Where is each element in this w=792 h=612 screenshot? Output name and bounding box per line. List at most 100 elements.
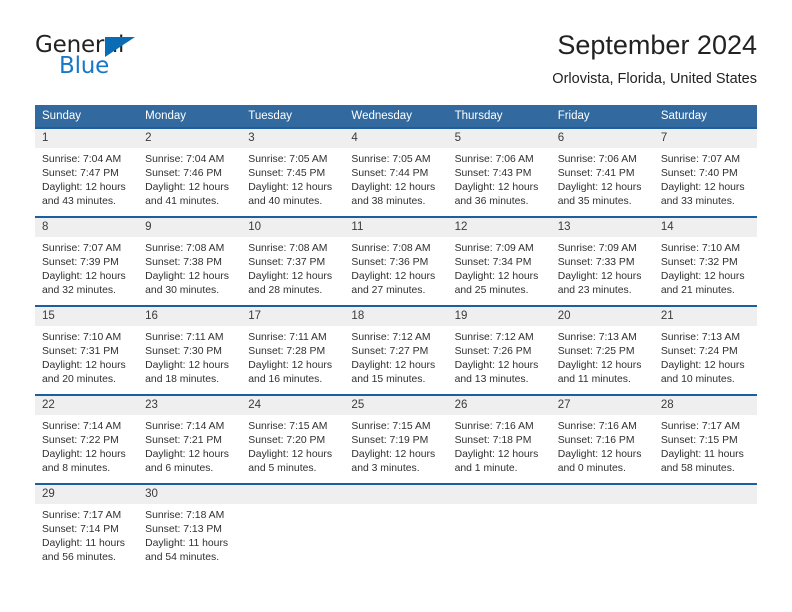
sunset-text: Sunset: 7:45 PM bbox=[248, 168, 326, 180]
daylight-text-line1: Daylight: 12 hours bbox=[248, 449, 333, 461]
day-details bbox=[551, 504, 654, 509]
page-header: General Blue September 2024 Orlovista, F… bbox=[35, 28, 757, 98]
calendar-day-cell[interactable]: 11 Sunrise: 7:08 AM Sunset: 7:36 PM Dayligh… bbox=[344, 216, 448, 306]
day-number: 21 bbox=[653, 307, 757, 326]
sunset-text: Sunset: 7:26 PM bbox=[454, 346, 532, 358]
calendar-day-cell[interactable]: 21 Sunrise: 7:13 AM Sunset: 7:24 PM Dayligh… bbox=[653, 305, 757, 395]
daylight-text-line2: and 35 minutes. bbox=[557, 196, 632, 208]
daylight-text-line2: and 6 minutes. bbox=[145, 463, 214, 475]
day-details: Sunrise: 7:15 AM Sunset: 7:19 PM Daylight:… bbox=[344, 415, 447, 476]
sunrise-text: Sunrise: 7:11 AM bbox=[248, 332, 327, 343]
calendar-day-cell[interactable]: 24 Sunrise: 7:15 AM Sunset: 7:20 PM Dayligh… bbox=[241, 394, 345, 484]
sunrise-text: Sunrise: 7:07 AM bbox=[660, 154, 740, 165]
sunrise-text: Sunrise: 7:13 AM bbox=[660, 332, 740, 343]
calendar-day-cell[interactable]: 8 Sunrise: 7:07 AM Sunset: 7:39 PM Daylight… bbox=[35, 216, 139, 306]
sunset-text: Sunset: 7:18 PM bbox=[454, 435, 532, 447]
day-number: 12 bbox=[447, 218, 551, 237]
calendar-day-cell[interactable]: 25 Sunrise: 7:15 AM Sunset: 7:19 PM Dayligh… bbox=[344, 394, 448, 484]
daylight-text-line1: Daylight: 12 hours bbox=[454, 182, 539, 194]
calendar-day-cell[interactable]: 12 Sunrise: 7:09 AM Sunset: 7:34 PM Dayligh… bbox=[447, 216, 551, 306]
calendar-day-cell[interactable]: 1 Sunrise: 7:04 AM Sunset: 7:47 PM Daylight… bbox=[35, 127, 139, 217]
sunrise-text: Sunrise: 7:18 AM bbox=[145, 510, 225, 521]
brand-logo[interactable]: General Blue bbox=[35, 32, 215, 88]
calendar-day-cell[interactable]: 20 Sunrise: 7:13 AM Sunset: 7:25 PM Dayligh… bbox=[550, 305, 654, 395]
sunset-text: Sunset: 7:37 PM bbox=[248, 257, 326, 269]
calendar-day-cell[interactable]: 16 Sunrise: 7:11 AM Sunset: 7:30 PM Dayligh… bbox=[138, 305, 242, 395]
calendar-day-cell[interactable]: 23 Sunrise: 7:14 AM Sunset: 7:21 PM Dayligh… bbox=[138, 394, 242, 484]
daylight-text-line2: and 38 minutes. bbox=[351, 196, 426, 208]
calendar-day-cell[interactable]: 15 Sunrise: 7:10 AM Sunset: 7:31 PM Dayligh… bbox=[35, 305, 139, 395]
daylight-text-line1: Daylight: 12 hours bbox=[557, 182, 642, 194]
day-number: 4 bbox=[344, 129, 448, 148]
calendar-day-cell-empty bbox=[550, 483, 654, 573]
calendar-day-cell[interactable]: 27 Sunrise: 7:16 AM Sunset: 7:16 PM Dayligh… bbox=[550, 394, 654, 484]
sunset-text: Sunset: 7:21 PM bbox=[145, 435, 222, 447]
sunrise-text: Sunrise: 7:09 AM bbox=[454, 243, 534, 254]
calendar-week-row: 8 Sunrise: 7:07 AM Sunset: 7:39 PM Daylight… bbox=[35, 216, 757, 306]
day-details: Sunrise: 7:16 AM Sunset: 7:18 PM Daylight:… bbox=[448, 415, 551, 476]
calendar-day-cell[interactable]: 5 Sunrise: 7:06 AM Sunset: 7:43 PM Daylight… bbox=[447, 127, 551, 217]
calendar-day-cell[interactable]: 9 Sunrise: 7:08 AM Sunset: 7:38 PM Daylight… bbox=[138, 216, 242, 306]
day-details: Sunrise: 7:17 AM Sunset: 7:15 PM Daylight:… bbox=[654, 415, 757, 476]
daylight-text-line1: Daylight: 12 hours bbox=[42, 360, 126, 372]
day-details: Sunrise: 7:12 AM Sunset: 7:26 PM Daylight:… bbox=[448, 326, 551, 387]
day-number bbox=[653, 485, 757, 504]
daylight-text-line1: Daylight: 11 hours bbox=[42, 538, 125, 550]
day-number: 17 bbox=[241, 307, 345, 326]
calendar-day-cell-empty bbox=[653, 483, 757, 573]
calendar-day-cell[interactable]: 26 Sunrise: 7:16 AM Sunset: 7:18 PM Dayligh… bbox=[447, 394, 551, 484]
calendar-day-cell[interactable]: 28 Sunrise: 7:17 AM Sunset: 7:15 PM Dayligh… bbox=[653, 394, 757, 484]
day-number: 9 bbox=[138, 218, 242, 237]
day-details: Sunrise: 7:18 AM Sunset: 7:13 PM Daylight:… bbox=[138, 504, 241, 565]
daylight-text-line2: and 18 minutes. bbox=[145, 374, 220, 386]
calendar-day-cell[interactable]: 6 Sunrise: 7:06 AM Sunset: 7:41 PM Daylight… bbox=[550, 127, 654, 217]
sunrise-text: Sunrise: 7:13 AM bbox=[557, 332, 637, 343]
calendar-day-cell[interactable]: 22 Sunrise: 7:14 AM Sunset: 7:22 PM Dayligh… bbox=[35, 394, 139, 484]
calendar-day-cell[interactable]: 4 Sunrise: 7:05 AM Sunset: 7:44 PM Daylight… bbox=[344, 127, 448, 217]
sunrise-text: Sunrise: 7:06 AM bbox=[454, 154, 534, 165]
calendar-day-cell[interactable]: 7 Sunrise: 7:07 AM Sunset: 7:40 PM Daylight… bbox=[653, 127, 757, 217]
daylight-text-line2: and 56 minutes. bbox=[42, 552, 116, 564]
calendar-day-cell[interactable]: 2 Sunrise: 7:04 AM Sunset: 7:46 PM Daylight… bbox=[138, 127, 242, 217]
day-number: 11 bbox=[344, 218, 448, 237]
sunrise-text: Sunrise: 7:14 AM bbox=[42, 421, 122, 432]
calendar-day-cell[interactable]: 30 Sunrise: 7:18 AM Sunset: 7:13 PM Dayligh… bbox=[138, 483, 242, 573]
daylight-text-line2: and 20 minutes. bbox=[42, 374, 116, 386]
daylight-text-line2: and 43 minutes. bbox=[42, 196, 116, 208]
day-number bbox=[344, 485, 448, 504]
day-details: Sunrise: 7:11 AM Sunset: 7:28 PM Daylight:… bbox=[241, 326, 344, 387]
calendar-day-cell[interactable]: 29 Sunrise: 7:17 AM Sunset: 7:14 PM Dayligh… bbox=[35, 483, 139, 573]
calendar-day-cell[interactable]: 10 Sunrise: 7:08 AM Sunset: 7:37 PM Dayligh… bbox=[241, 216, 345, 306]
sunset-text: Sunset: 7:13 PM bbox=[145, 524, 222, 536]
calendar-day-cell[interactable]: 19 Sunrise: 7:12 AM Sunset: 7:26 PM Dayligh… bbox=[447, 305, 551, 395]
sunset-text: Sunset: 7:14 PM bbox=[42, 524, 119, 536]
day-number: 3 bbox=[241, 129, 345, 148]
calendar-day-cell-empty bbox=[447, 483, 551, 573]
title-block: September 2024 Orlovista, Florida, Unite… bbox=[552, 28, 757, 90]
calendar-week-row: 15 Sunrise: 7:10 AM Sunset: 7:31 PM Dayligh… bbox=[35, 305, 757, 395]
calendar-day-cell[interactable]: 17 Sunrise: 7:11 AM Sunset: 7:28 PM Dayligh… bbox=[241, 305, 345, 395]
daylight-text-line2: and 0 minutes. bbox=[557, 463, 626, 475]
day-number: 16 bbox=[138, 307, 242, 326]
brand-name-blue: Blue bbox=[59, 53, 110, 79]
day-details: Sunrise: 7:16 AM Sunset: 7:16 PM Daylight:… bbox=[551, 415, 654, 476]
day-number: 25 bbox=[344, 396, 448, 415]
daylight-text-line1: Daylight: 12 hours bbox=[248, 182, 333, 194]
sunrise-text: Sunrise: 7:09 AM bbox=[557, 243, 637, 254]
daylight-text-line1: Daylight: 12 hours bbox=[145, 182, 229, 194]
calendar-day-cell[interactable]: 14 Sunrise: 7:10 AM Sunset: 7:32 PM Dayligh… bbox=[653, 216, 757, 306]
sunset-text: Sunset: 7:39 PM bbox=[42, 257, 119, 269]
day-number: 23 bbox=[138, 396, 242, 415]
sunrise-text: Sunrise: 7:16 AM bbox=[454, 421, 534, 432]
calendar-day-cell[interactable]: 13 Sunrise: 7:09 AM Sunset: 7:33 PM Dayligh… bbox=[550, 216, 654, 306]
day-details: Sunrise: 7:05 AM Sunset: 7:45 PM Daylight:… bbox=[241, 148, 344, 209]
calendar-day-cell[interactable]: 3 Sunrise: 7:05 AM Sunset: 7:45 PM Daylight… bbox=[241, 127, 345, 217]
sunset-text: Sunset: 7:47 PM bbox=[42, 168, 119, 180]
daylight-text-line1: Daylight: 12 hours bbox=[248, 360, 333, 372]
daylight-text-line1: Daylight: 12 hours bbox=[351, 360, 436, 372]
sunset-text: Sunset: 7:36 PM bbox=[351, 257, 429, 269]
calendar-day-cell[interactable]: 18 Sunrise: 7:12 AM Sunset: 7:27 PM Dayligh… bbox=[344, 305, 448, 395]
daylight-text-line2: and 41 minutes. bbox=[145, 196, 220, 208]
weekday-header-saturday: Saturday bbox=[653, 105, 757, 128]
sunset-text: Sunset: 7:43 PM bbox=[454, 168, 532, 180]
